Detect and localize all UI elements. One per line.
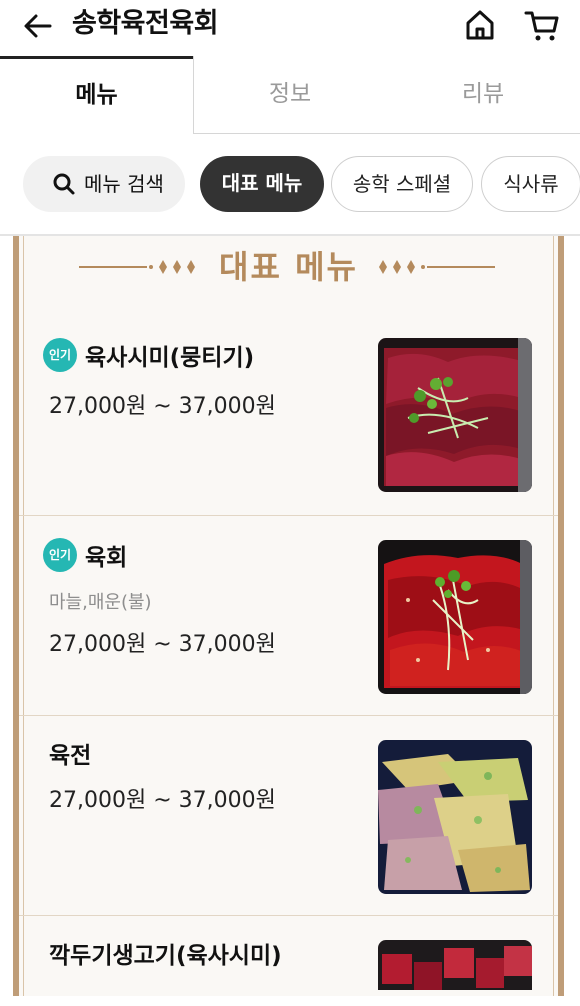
section-header: 대표 메뉴 xyxy=(19,246,558,294)
menu-item[interactable]: 인기 육사시미(뭉티기) 27,000원 ~ 37,000원 xyxy=(19,308,558,515)
menu-item-photo xyxy=(378,940,532,990)
menu-item-name-row: 인기 육사시미(뭉티기) xyxy=(43,338,255,372)
menu-item-name: 깍두기생고기(육사시미) xyxy=(49,943,282,969)
tab-menu[interactable]: 메뉴 xyxy=(0,56,193,134)
menu-item-price: 27,000원 ~ 37,000원 xyxy=(49,788,276,813)
search-icon xyxy=(53,173,75,195)
tab-reviews[interactable]: 리뷰 xyxy=(386,56,580,134)
back-button[interactable] xyxy=(20,8,56,44)
home-button[interactable] xyxy=(462,7,498,43)
menu-item-photo xyxy=(378,540,532,694)
menu-item-name: 육전 xyxy=(49,743,92,769)
menu-item[interactable]: 깍두기생고기(육사시미) xyxy=(19,915,558,1006)
cart-icon xyxy=(524,11,559,41)
menu-item-name: 육사시미(뭉티기) xyxy=(85,345,255,371)
menu-item-name: 육회 xyxy=(85,545,128,571)
menu-item-name-row: 인기 육회 xyxy=(43,538,128,572)
menu-item-name-row: 깍두기생고기(육사시미) xyxy=(43,936,282,969)
menu-item[interactable]: 인기 육회 마늘,매운(불) 27,000원 ~ 37,000원 xyxy=(19,515,558,716)
menu-board: 대표 메뉴 인기 육사시미(뭉티기) 27,000원 ~ 37,000원 인기 … xyxy=(13,236,564,996)
page-title: 송학육전육회 xyxy=(72,8,219,39)
popular-badge: 인기 xyxy=(43,538,77,572)
menu-tabs: 메뉴 정보 리뷰 xyxy=(0,56,580,134)
menu-item-price: 27,000원 ~ 37,000원 xyxy=(49,632,276,657)
app-header: 송학육전육회 xyxy=(0,0,580,52)
menu-search-label: 메뉴 검색 xyxy=(84,172,164,196)
cart-button[interactable] xyxy=(522,7,562,43)
menu-item[interactable]: 육전 27,000원 ~ 37,000원 xyxy=(19,715,558,916)
menu-item-photo xyxy=(378,740,532,894)
menu-item-name-row: 육전 xyxy=(43,736,92,769)
popular-badge: 인기 xyxy=(43,338,77,372)
chip-songhak-special[interactable]: 송학 스페셜 xyxy=(331,156,473,212)
category-chips: 메뉴 검색 대표 메뉴 송학 스페셜 식사류 xyxy=(0,154,580,216)
chip-meals[interactable]: 식사류 xyxy=(481,156,580,212)
chip-signature-menu[interactable]: 대표 메뉴 xyxy=(200,156,324,212)
arrow-left-icon xyxy=(24,14,52,38)
menu-search-button[interactable]: 메뉴 검색 xyxy=(23,156,185,212)
home-icon xyxy=(466,10,494,40)
menu-item-price: 27,000원 ~ 37,000원 xyxy=(49,394,276,419)
right-ornament-icon xyxy=(379,260,495,274)
tab-info[interactable]: 정보 xyxy=(193,56,386,134)
menu-item-photo xyxy=(378,338,532,492)
menu-item-description: 마늘,매운(불) xyxy=(49,592,152,613)
